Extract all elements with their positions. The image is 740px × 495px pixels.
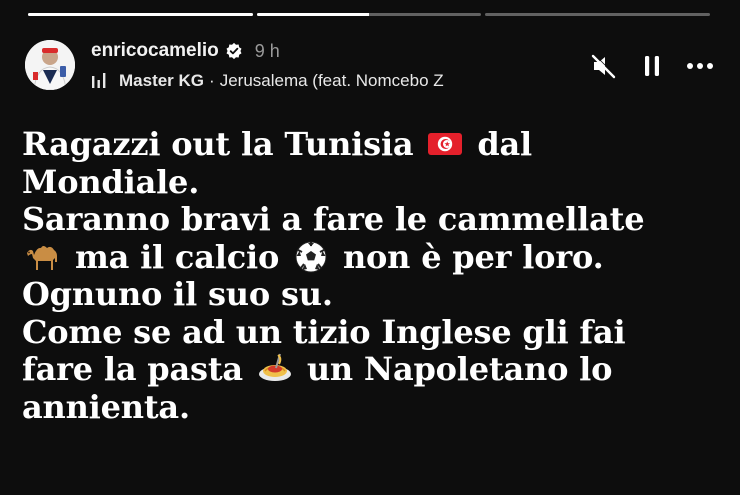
username[interactable]: enricocamelio [91, 40, 219, 62]
story-text-line: ma il calcio non è per loro. [22, 237, 712, 277]
story-text-line: Ognuno il suo su. [22, 275, 712, 314]
pause-icon [645, 56, 659, 76]
flag-tunisia-icon [426, 127, 464, 161]
mute-icon [591, 54, 616, 79]
story-text-fragment: annienta. [22, 387, 190, 426]
camel-icon [24, 240, 62, 274]
story-text-fragment: Ragazzi out la Tunisia [22, 125, 425, 163]
story-text-line: Come se ad un tizio Inglese gli fai [22, 312, 712, 352]
music-artist: Master KG [119, 71, 205, 90]
story-viewer: enricocamelio 9 h Master KG · Jerusalema… [0, 0, 740, 495]
timestamp: 9 h [254, 40, 280, 61]
story-text-line: Saranno bravi a fare le cammellate [22, 200, 712, 239]
music-bars-icon [92, 73, 106, 88]
story-text-fragment: ma il calcio [64, 237, 291, 276]
story-text-line: annienta. [22, 387, 712, 427]
verified-badge-icon [226, 42, 242, 60]
story-text-fragment: Come se ad un tizio Inglese gli fai [22, 312, 626, 351]
story-meta: enricocamelio 9 h Master KG · Jerusalema… [91, 39, 546, 94]
story-text-fragment: fare la pasta [22, 350, 254, 388]
progress-segment [256, 13, 482, 16]
story-text-fragment: Ognuno il suo su. [22, 275, 333, 313]
music-separator: · [209, 71, 215, 90]
more-options-button[interactable] [685, 51, 715, 81]
spaghetti-icon [256, 352, 294, 386]
story-text-line: fare la pasta un Napoletano lo [22, 350, 712, 389]
story-text-fragment: Saranno bravi a fare le cammellate [22, 200, 645, 238]
story-progress-bar [28, 13, 711, 17]
progress-segment [28, 13, 253, 16]
user-row: enricocamelio 9 h [91, 39, 546, 63]
progress-segment [485, 13, 711, 16]
music-song: Jerusalema (feat. Nomcebo Z [219, 71, 444, 90]
avatar[interactable] [25, 40, 75, 90]
pause-button[interactable] [637, 51, 667, 81]
story-header: enricocamelio 9 h Master KG · Jerusalema… [25, 37, 715, 97]
story-text-fragment: dal [466, 125, 532, 163]
music-sticker[interactable]: Master KG · Jerusalema (feat. Nomcebo Z [91, 68, 546, 94]
story-text-fragment: non è per loro. [332, 237, 604, 276]
story-text-fragment: Mondiale. [22, 162, 200, 201]
story-controls [571, 51, 715, 81]
more-icon [687, 63, 713, 69]
story-text-line: Ragazzi out la Tunisia dal [22, 125, 712, 164]
soccer-ball-icon [292, 240, 330, 274]
story-text: Ragazzi out la Tunisia dal Mondiale. Saran… [22, 125, 712, 427]
story-text-line: Mondiale. [22, 162, 712, 202]
avatar-image [25, 40, 75, 90]
mute-button[interactable] [589, 51, 619, 81]
story-text-fragment: un Napoletano lo [295, 350, 613, 388]
